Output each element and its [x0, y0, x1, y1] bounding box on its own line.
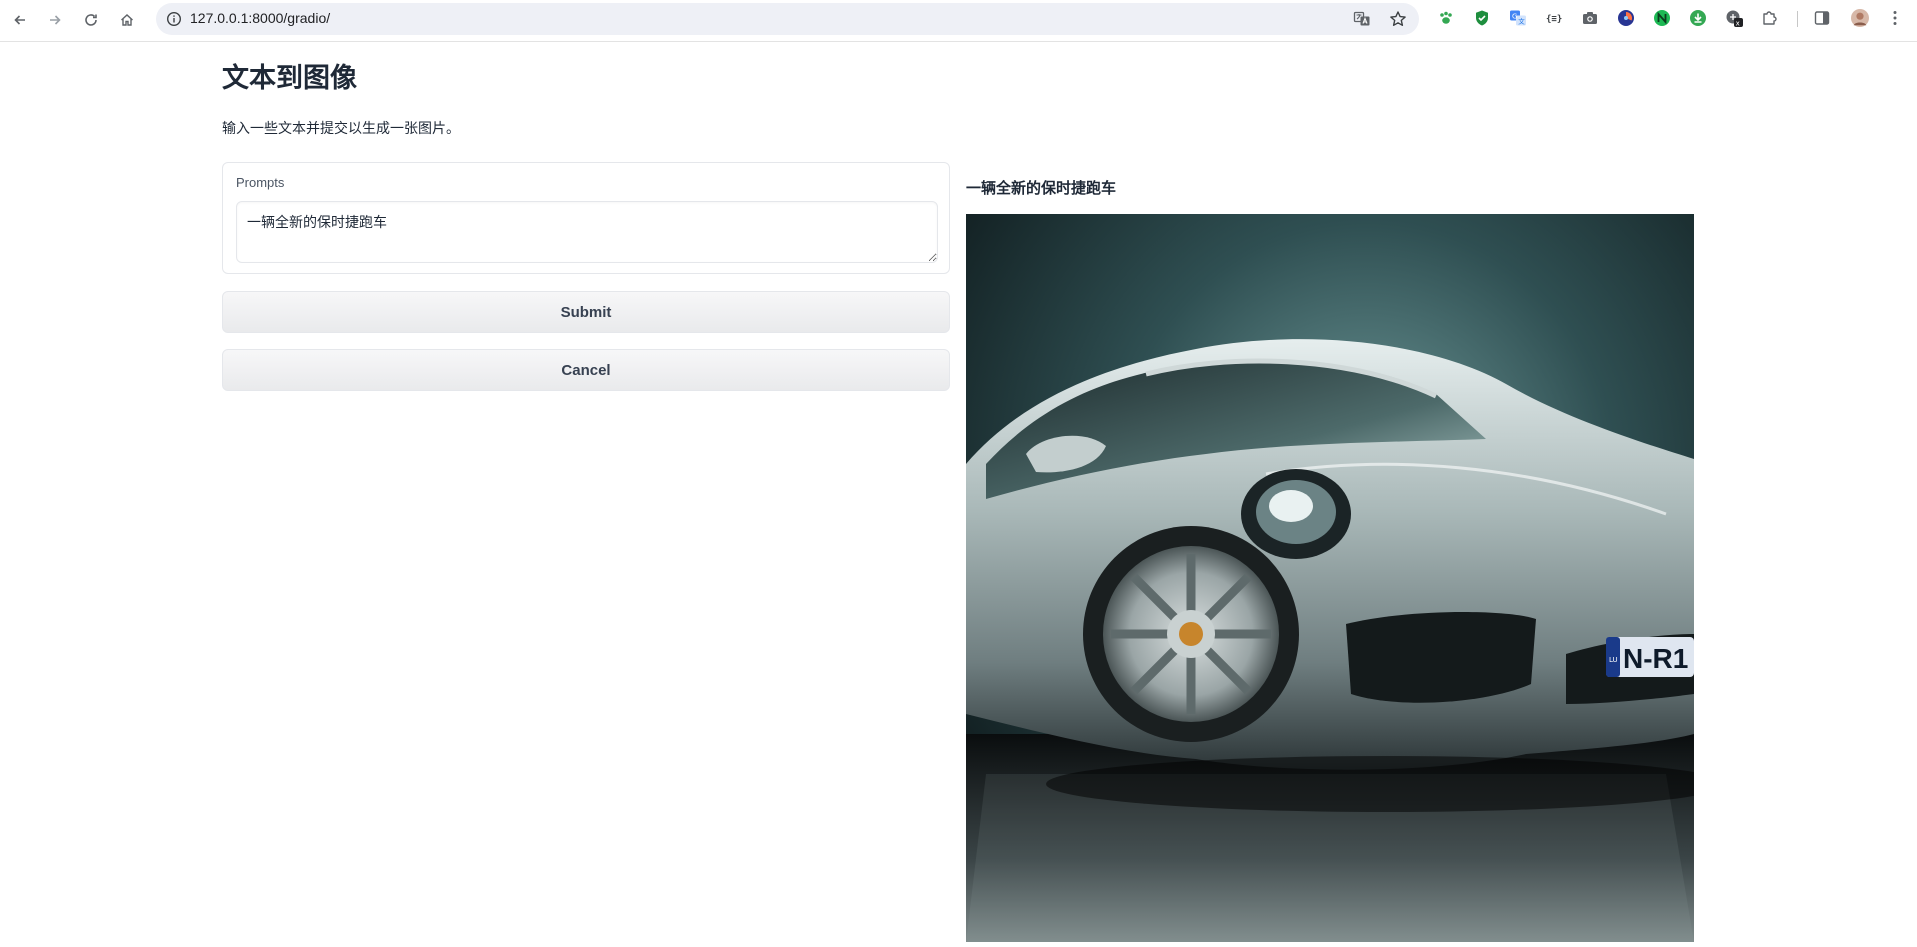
toolbar-divider	[1797, 11, 1798, 27]
svg-text:G: G	[1512, 13, 1517, 21]
plate-country: LU	[1609, 656, 1618, 664]
url-text[interactable]: 127.0.0.1:8000/gradio/	[190, 10, 330, 26]
paw-extension-icon[interactable]	[1437, 9, 1455, 27]
translate-extension-icon[interactable]: G文	[1509, 9, 1527, 27]
address-bar[interactable]: 127.0.0.1:8000/gradio/	[156, 3, 1419, 35]
back-icon[interactable]	[8, 8, 32, 32]
svg-text:{≡}: {≡}	[1546, 15, 1562, 25]
download-extension-icon[interactable]	[1689, 9, 1707, 27]
bookmark-star-icon[interactable]	[1389, 10, 1407, 28]
prompt-textbox-block: Prompts	[222, 162, 950, 274]
blue-circle-extension-icon[interactable]	[1617, 9, 1635, 27]
output-image: LU N-R1	[966, 214, 1694, 942]
code-extension-icon[interactable]: {≡}	[1545, 9, 1563, 27]
svg-text:x: x	[1736, 20, 1740, 28]
reload-icon[interactable]	[79, 8, 103, 32]
home-icon[interactable]	[115, 8, 139, 32]
puzzle-badge-extension-icon[interactable]: x	[1725, 9, 1743, 27]
profile-avatar[interactable]	[1850, 8, 1870, 28]
prompt-label: Prompts	[236, 175, 285, 190]
silver-porsche-sports-car: LU N-R1	[966, 214, 1694, 942]
page-title: 文本到图像	[222, 63, 357, 94]
camera-extension-icon[interactable]	[1581, 9, 1599, 27]
green-n-extension-icon[interactable]	[1653, 9, 1671, 27]
menu-kebab-icon[interactable]	[1886, 9, 1904, 27]
side-panel-icon[interactable]	[1813, 9, 1831, 27]
submit-button[interactable]: Submit	[222, 291, 950, 333]
translate-icon[interactable]	[1353, 10, 1371, 28]
prompt-input[interactable]	[236, 201, 938, 263]
browser-toolbar: 127.0.0.1:8000/gradio/ G文 {≡} x	[0, 0, 1917, 42]
license-plate-text: N-R1	[1623, 643, 1688, 674]
svg-text:文: 文	[1518, 17, 1525, 26]
page-description: 输入一些文本并提交以生成一张图片。	[222, 121, 460, 137]
site-info-icon[interactable]	[166, 11, 182, 27]
extensions-puzzle-icon[interactable]	[1761, 9, 1779, 27]
forward-icon[interactable]	[43, 8, 67, 32]
output-image-label: 一辆全新的保时捷跑车	[966, 179, 1117, 197]
shield-extension-icon[interactable]	[1473, 9, 1491, 27]
cancel-button[interactable]: Cancel	[222, 349, 950, 391]
